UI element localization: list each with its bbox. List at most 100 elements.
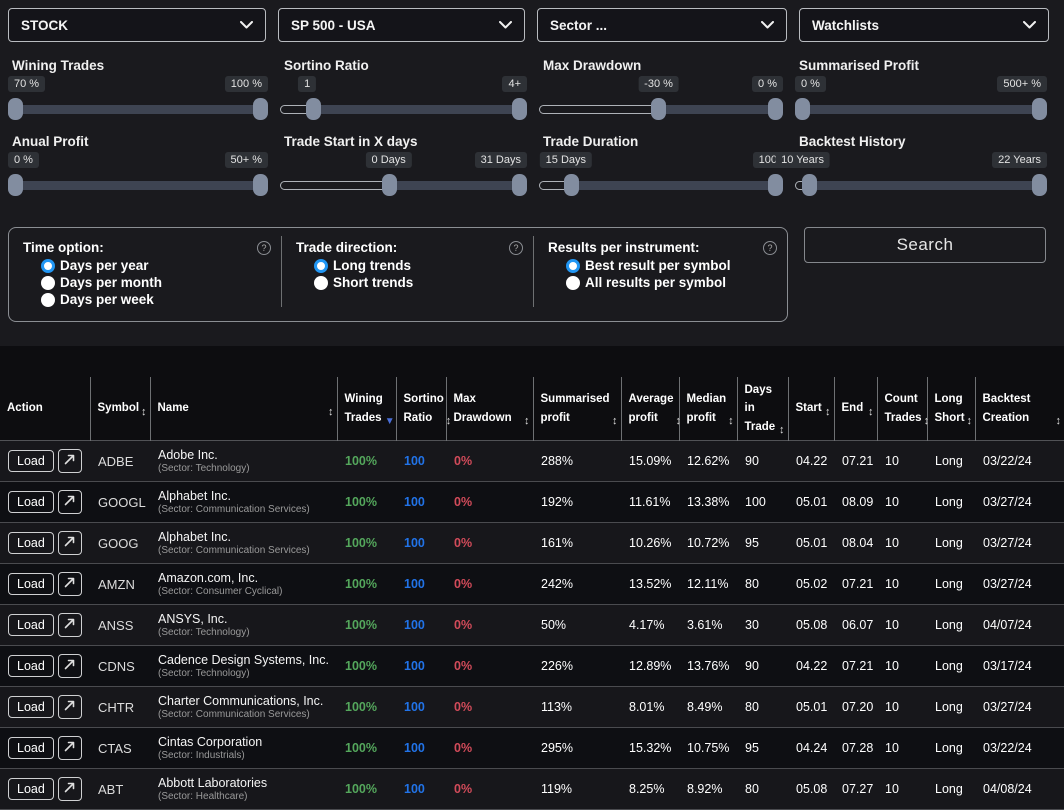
slider-handle[interactable]	[802, 174, 817, 196]
column-header-median-profit[interactable]: Median profit ↕	[679, 377, 737, 441]
column-header-wining-trades[interactable]: Wining Trades ▼	[337, 377, 396, 441]
trend-arrow-icon-button[interactable]	[58, 613, 82, 637]
slider-track-inactive[interactable]	[280, 181, 396, 190]
slider-track[interactable]	[8, 173, 268, 197]
column-header-name[interactable]: Name ↕	[150, 377, 337, 441]
trend-arrow-icon-button[interactable]	[58, 736, 82, 760]
dropdown-sector[interactable]: Sector ...	[537, 8, 787, 42]
help-icon[interactable]: ?	[509, 241, 523, 255]
sort-icon[interactable]: ↕	[141, 406, 147, 418]
radio-icon[interactable]	[41, 276, 55, 290]
radio-days-per-month[interactable]: Days per month	[41, 275, 271, 290]
sort-icon[interactable]: ↕	[779, 424, 785, 436]
slider-handle[interactable]	[512, 174, 527, 196]
radio-icon[interactable]	[566, 259, 580, 273]
dropdown-watchlists[interactable]: Watchlists	[799, 8, 1049, 42]
load-button[interactable]: Load	[8, 532, 54, 554]
radio-icon[interactable]	[41, 259, 55, 273]
slider-track-active[interactable]	[307, 105, 527, 114]
slider-track[interactable]	[539, 97, 783, 121]
sort-icon[interactable]: ↕	[612, 415, 618, 427]
slider-handle[interactable]	[512, 98, 527, 120]
slider-track-active[interactable]	[659, 105, 783, 114]
column-header-backtest-creation[interactable]: Backtest Creation ↕	[975, 377, 1064, 441]
slider-track-active[interactable]	[803, 181, 1047, 190]
slider-handle[interactable]	[1032, 98, 1047, 120]
radio-all-results-per-symbol[interactable]: All results per symbol	[566, 275, 777, 290]
slider-track-active[interactable]	[389, 181, 527, 190]
search-button[interactable]: Search	[804, 227, 1046, 263]
sort-icon[interactable]: ↕	[675, 415, 681, 427]
radio-long-trends[interactable]: Long trends	[314, 258, 523, 273]
trend-arrow-icon-button[interactable]	[58, 449, 82, 473]
slider-handle[interactable]	[768, 98, 783, 120]
trend-arrow-icon-button[interactable]	[58, 695, 82, 719]
radio-icon[interactable]	[314, 259, 328, 273]
sort-desc-icon[interactable]: ▼	[385, 416, 395, 427]
radio-short-trends[interactable]: Short trends	[314, 275, 523, 290]
column-header-sortino-ratio[interactable]: Sortino Ratio ↕	[396, 377, 446, 441]
sort-icon[interactable]: ↕	[825, 406, 831, 418]
slider-track-active[interactable]	[8, 105, 268, 114]
slider-handle[interactable]	[768, 174, 783, 196]
dropdown-asset-class[interactable]: STOCK	[8, 8, 266, 42]
column-header-start[interactable]: Start ↕	[788, 377, 834, 441]
load-button[interactable]: Load	[8, 778, 54, 800]
column-header-average-profit[interactable]: Average profit ↕	[621, 377, 679, 441]
column-header-symbol[interactable]: Symbol ↕	[90, 377, 150, 441]
slider-handle[interactable]	[8, 98, 23, 120]
load-button[interactable]: Load	[8, 737, 54, 759]
column-header-summarised-profit[interactable]: Summarised profit ↕	[533, 377, 621, 441]
sort-icon[interactable]: ↕	[868, 406, 874, 418]
column-header-count-trades[interactable]: Count Trades ↕	[877, 377, 927, 441]
trend-arrow-icon-button[interactable]	[58, 654, 82, 678]
trend-arrow-icon-button[interactable]	[58, 531, 82, 555]
slider-track-active[interactable]	[566, 181, 783, 190]
load-button[interactable]: Load	[8, 614, 54, 636]
radio-days-per-year[interactable]: Days per year	[41, 258, 271, 273]
slider-track[interactable]	[539, 173, 783, 197]
column-header-long-short[interactable]: Long Short ↕	[927, 377, 975, 441]
slider-handle[interactable]	[564, 174, 579, 196]
slider-handle[interactable]	[8, 174, 23, 196]
sort-icon[interactable]: ↕	[728, 415, 734, 427]
slider-track[interactable]	[280, 173, 527, 197]
slider-track-inactive[interactable]	[539, 105, 666, 114]
slider-track[interactable]	[280, 97, 527, 121]
column-header-end[interactable]: End ↕	[834, 377, 877, 441]
help-icon[interactable]: ?	[257, 241, 271, 255]
load-button[interactable]: Load	[8, 655, 54, 677]
slider-track[interactable]	[795, 173, 1047, 197]
slider-handle[interactable]	[253, 174, 268, 196]
radio-icon[interactable]	[41, 293, 55, 307]
sort-icon[interactable]: ↕	[446, 415, 452, 427]
slider-handle[interactable]	[253, 98, 268, 120]
slider-handle[interactable]	[1032, 174, 1047, 196]
column-header-action[interactable]: Action	[0, 377, 90, 441]
slider-track-active[interactable]	[8, 181, 268, 190]
sort-icon[interactable]: ↕	[328, 406, 334, 418]
dropdown-market-index[interactable]: SP 500 - USA	[278, 8, 525, 42]
load-button[interactable]: Load	[8, 450, 54, 472]
column-header-days-in-trade[interactable]: Days in Trade ↕	[737, 377, 788, 441]
slider-handle[interactable]	[382, 174, 397, 196]
slider-track[interactable]	[795, 97, 1047, 121]
radio-icon[interactable]	[566, 276, 580, 290]
sort-icon[interactable]: ↕	[1056, 415, 1062, 427]
slider-handle[interactable]	[306, 98, 321, 120]
sort-icon[interactable]: ↕	[924, 415, 930, 427]
load-button[interactable]: Load	[8, 696, 54, 718]
radio-icon[interactable]	[314, 276, 328, 290]
slider-track-active[interactable]	[795, 105, 1047, 114]
radio-days-per-week[interactable]: Days per week	[41, 292, 271, 307]
slider-handle[interactable]	[651, 98, 666, 120]
sort-icon[interactable]: ↕	[524, 415, 530, 427]
slider-handle[interactable]	[795, 98, 810, 120]
load-button[interactable]: Load	[8, 491, 54, 513]
sort-icon[interactable]: ↕	[967, 415, 973, 427]
load-button[interactable]: Load	[8, 573, 54, 595]
trend-arrow-icon-button[interactable]	[58, 572, 82, 596]
column-header-max-drawdown[interactable]: Max Drawdown ↕	[446, 377, 533, 441]
slider-track[interactable]	[8, 97, 268, 121]
help-icon[interactable]: ?	[763, 241, 777, 255]
